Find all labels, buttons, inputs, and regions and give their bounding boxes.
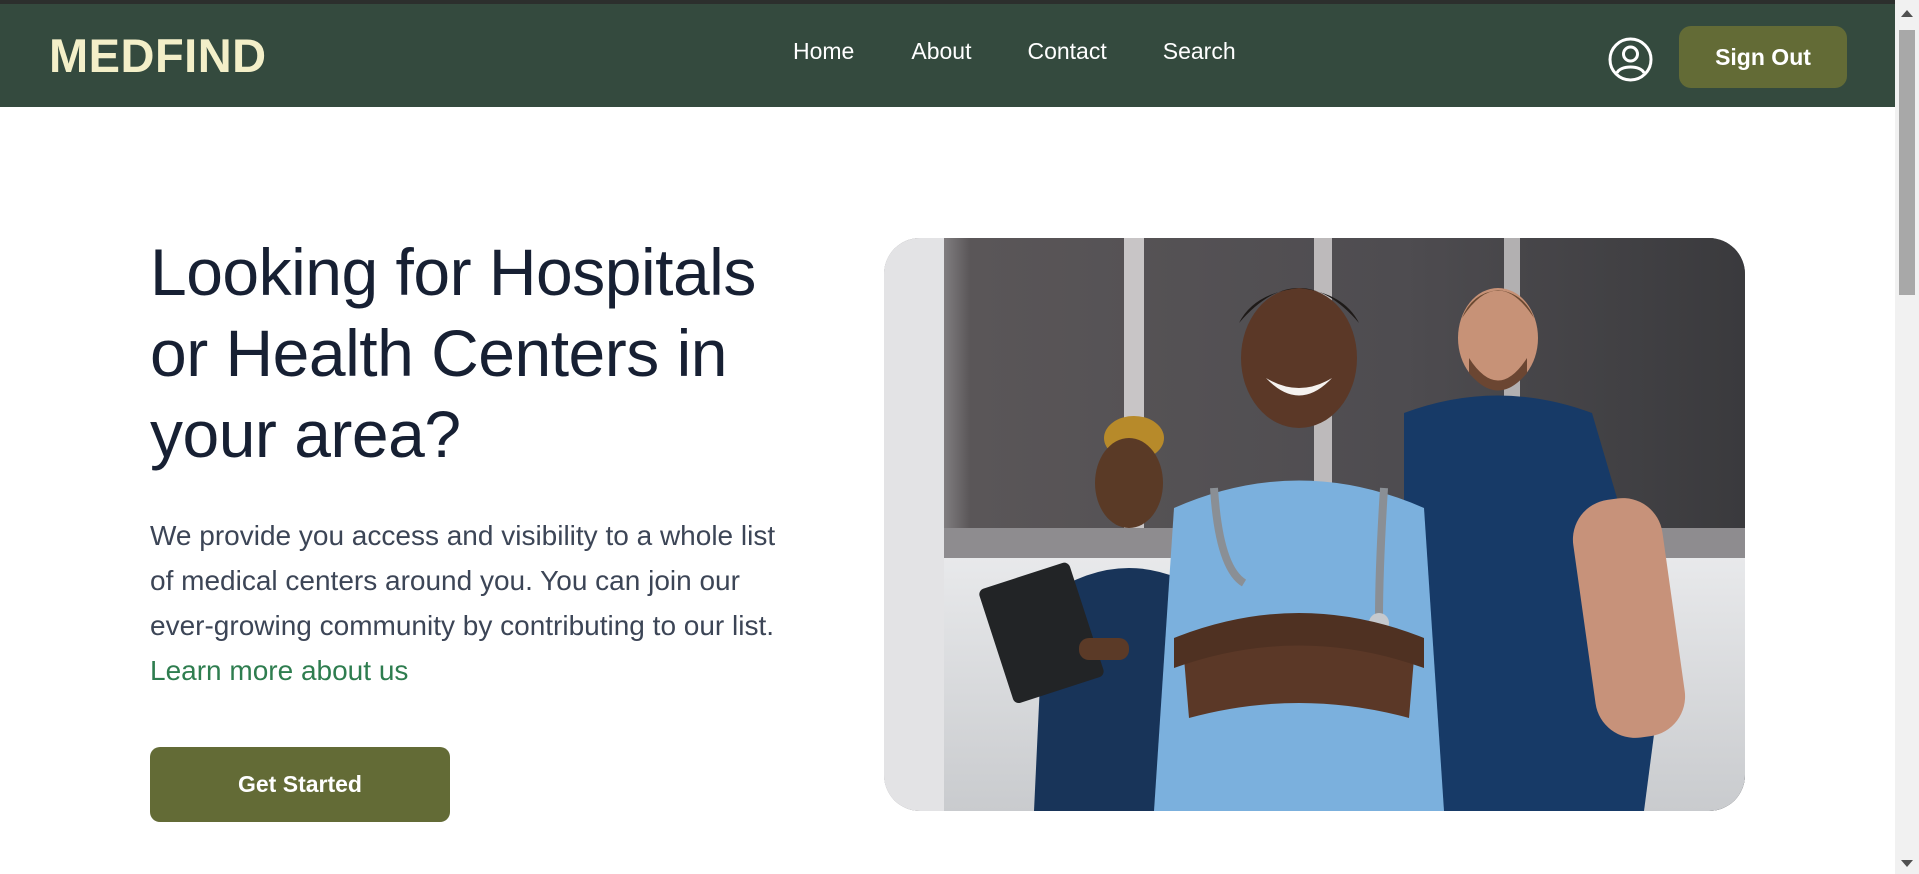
scroll-up-arrow-icon[interactable]: [1901, 10, 1913, 17]
nav-links: Home About Contact Search: [793, 38, 1293, 65]
hero-description-text: We provide you access and visibility to …: [150, 520, 776, 641]
get-started-button[interactable]: Get Started: [150, 747, 450, 822]
sign-out-button[interactable]: Sign Out: [1679, 26, 1847, 88]
learn-more-link[interactable]: Learn more about us: [150, 655, 408, 686]
hero-description: We provide you access and visibility to …: [150, 513, 800, 693]
nav-link-search[interactable]: Search: [1163, 38, 1236, 65]
nav-link-about[interactable]: About: [911, 38, 971, 65]
scrollbar[interactable]: [1895, 0, 1919, 874]
navbar: MEDFIND Home About Contact Search Sign O…: [0, 4, 1895, 107]
nav-link-contact[interactable]: Contact: [1027, 38, 1106, 65]
scroll-down-arrow-icon[interactable]: [1901, 860, 1913, 867]
scroll-thumb[interactable]: [1899, 30, 1915, 295]
medical-staff-photo: [884, 238, 1745, 811]
nav-link-home[interactable]: Home: [793, 38, 854, 65]
logo[interactable]: MEDFIND: [49, 28, 267, 83]
user-circle-icon[interactable]: [1608, 37, 1653, 82]
hero-headline: Looking for Hospitals or Health Centers …: [150, 235, 756, 471]
